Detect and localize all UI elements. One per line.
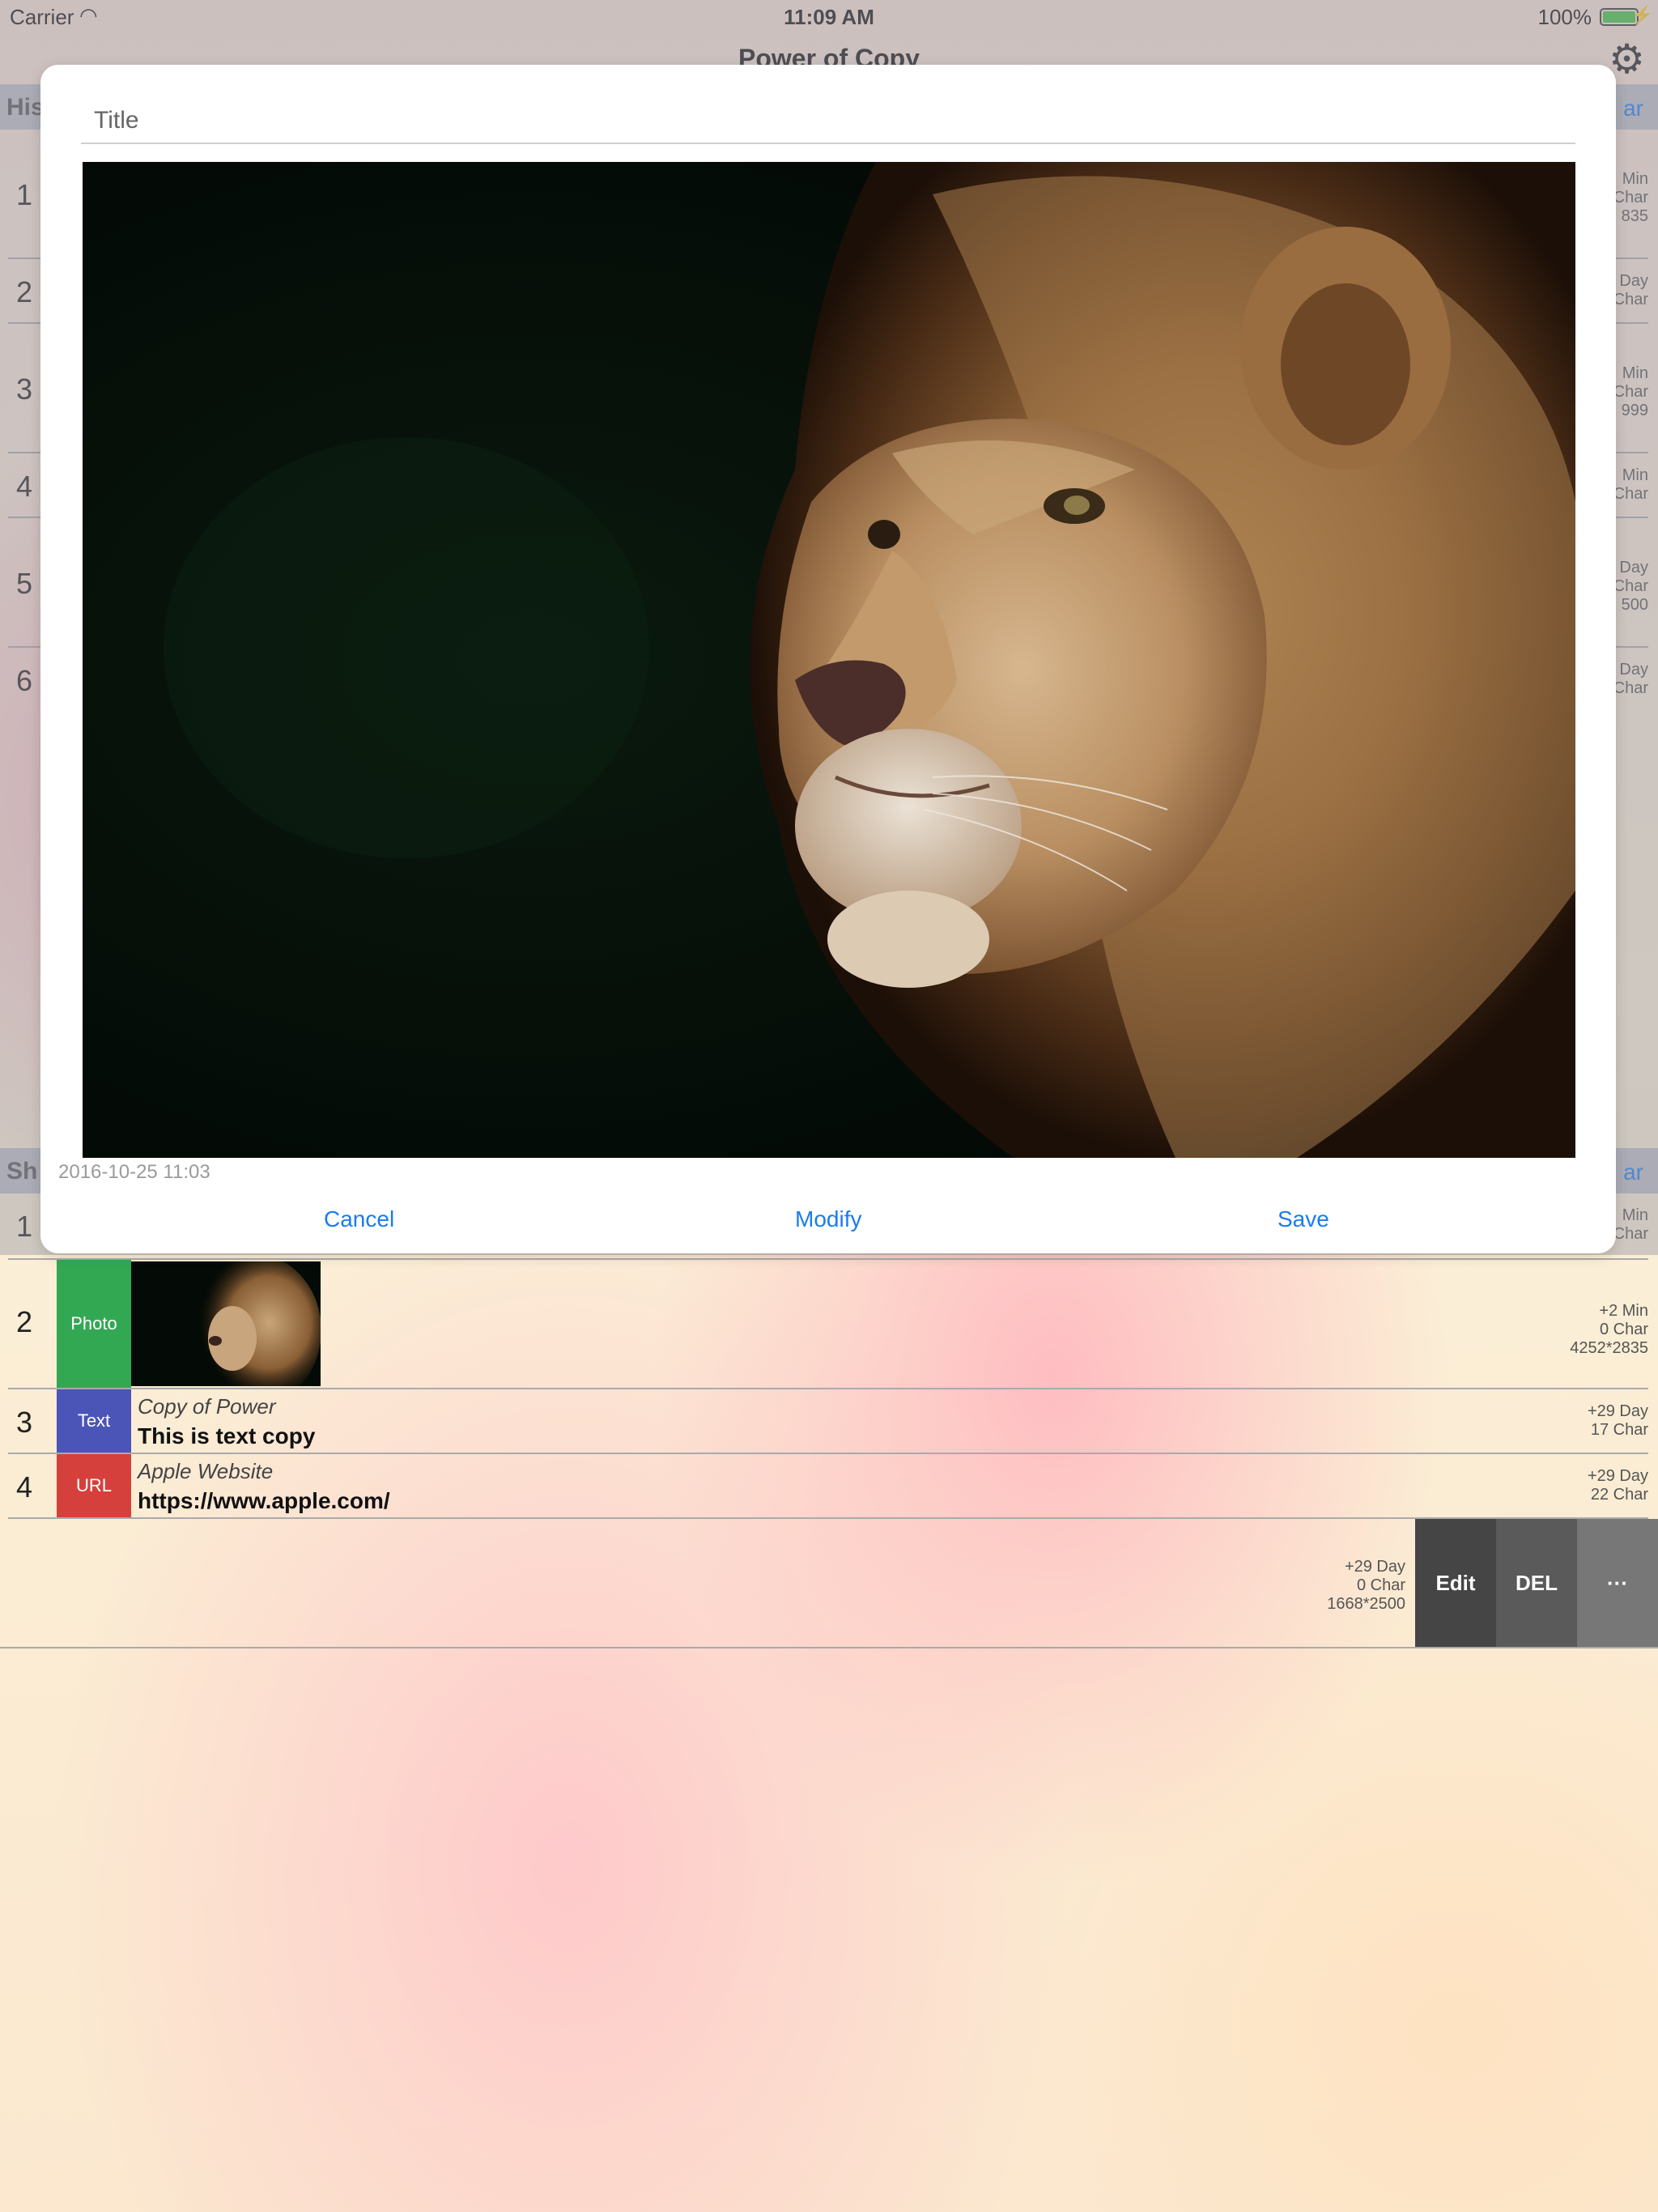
photo-thumbnail[interactable]: [131, 1261, 321, 1386]
meta-chars: 0 Char: [1599, 1321, 1648, 1338]
row-number: 3: [16, 1406, 33, 1439]
title-input[interactable]: [81, 104, 1575, 144]
row-meta: +29 Day 17 Char: [1588, 1402, 1648, 1440]
row-number: 2: [16, 1305, 33, 1338]
row-meta: +29 Day 0 Char 1668*2500: [1327, 1558, 1405, 1614]
more-button[interactable]: ···: [1577, 1519, 1658, 1647]
shelf-row-text[interactable]: 3 Text Copy of Power This is text copy +…: [8, 1389, 1648, 1454]
photo-preview[interactable]: [83, 162, 1575, 1158]
photo-edit-dialog: 2016-10-25 11:03 Cancel Modify Save: [40, 65, 1616, 1253]
lion-thumbnail-image: [131, 1261, 321, 1386]
delete-button[interactable]: DEL: [1496, 1519, 1577, 1647]
type-badge-url: URL: [57, 1454, 131, 1517]
meta-chars: 22 Char: [1590, 1486, 1648, 1504]
edit-button[interactable]: Edit: [1415, 1519, 1496, 1647]
meta-chars: 17 Char: [1590, 1421, 1648, 1439]
meta-chars: 0 Char: [1356, 1576, 1405, 1594]
lion-photo-image: [83, 162, 1575, 1158]
photo-timestamp: 2016-10-25 11:03: [58, 1161, 210, 1183]
shelf-row-swiped[interactable]: +29 Day 0 Char 1668*2500 Edit DEL ···: [0, 1519, 1658, 1648]
meta-age: +29 Day: [1344, 1558, 1405, 1576]
item-content: This is text copy: [138, 1423, 316, 1448]
meta-size: 1668*2500: [1327, 1595, 1405, 1613]
cancel-button[interactable]: Cancel: [324, 1206, 394, 1232]
type-badge-photo: Photo: [57, 1260, 131, 1388]
meta-size: 4252*2835: [1570, 1339, 1648, 1357]
meta-age: +2 Min: [1599, 1302, 1648, 1320]
item-content: https://www.apple.com/: [138, 1488, 390, 1513]
shelf-row-url[interactable]: 4 URL Apple Website https://www.apple.co…: [8, 1454, 1648, 1519]
shelf-row-photo[interactable]: 2 Photo +2 Min 0 Char 4252*2835: [8, 1260, 1648, 1389]
row-number: 4: [16, 1470, 33, 1504]
row-meta: +29 Day 22 Char: [1588, 1467, 1648, 1504]
save-button[interactable]: Save: [1278, 1206, 1329, 1232]
row-meta: +2 Min 0 Char 4252*2835: [1570, 1302, 1648, 1358]
meta-age: +29 Day: [1587, 1402, 1648, 1420]
modify-button[interactable]: Modify: [795, 1206, 861, 1232]
item-title: Apple Website: [138, 1459, 274, 1483]
item-title: Copy of Power: [138, 1394, 276, 1419]
type-badge-text: Text: [57, 1389, 131, 1453]
meta-age: +29 Day: [1587, 1467, 1648, 1485]
